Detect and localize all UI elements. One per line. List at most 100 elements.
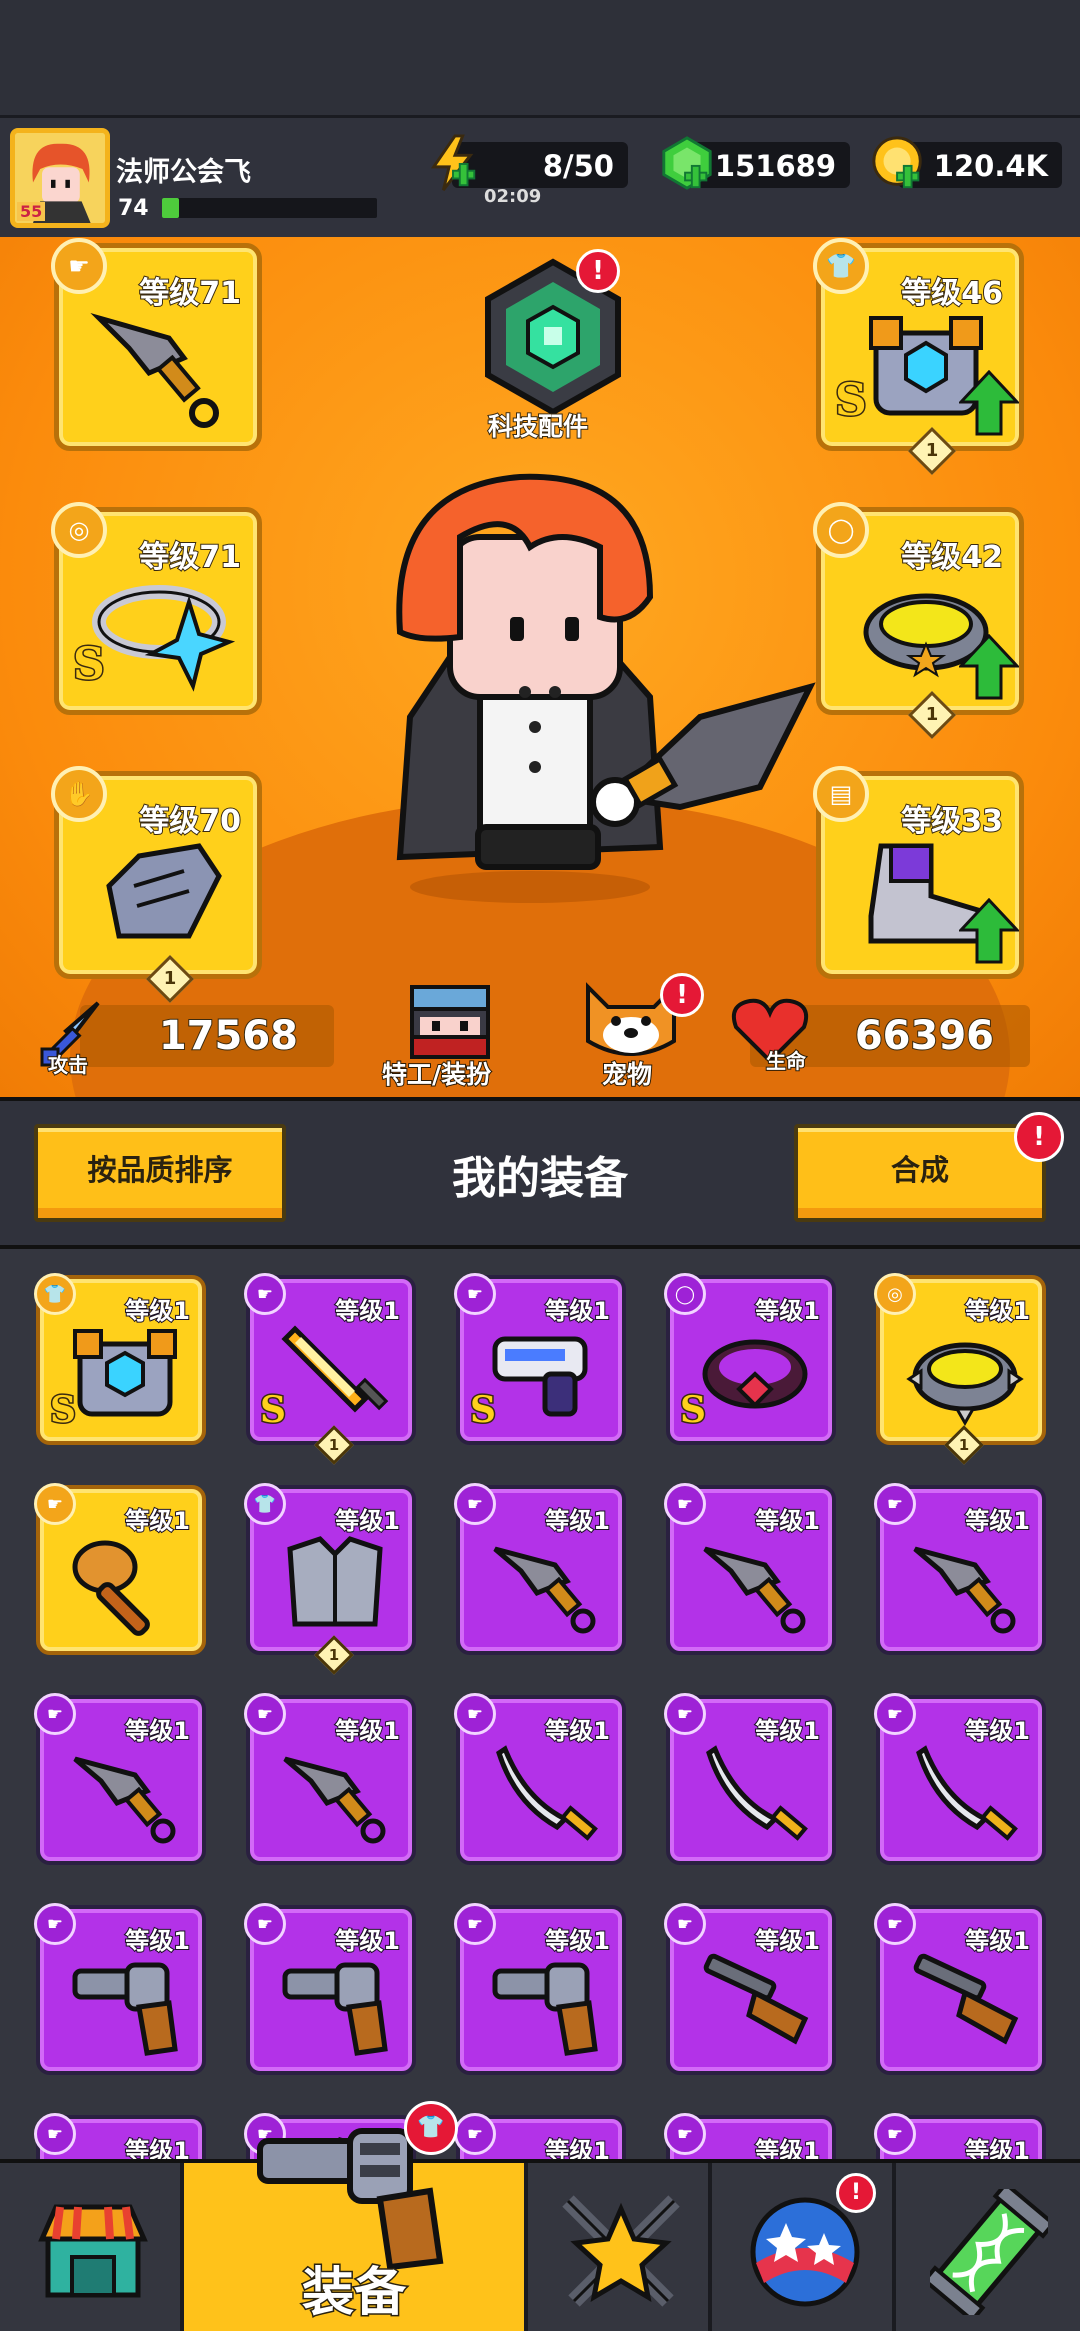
player-avatar[interactable]: 55 bbox=[10, 128, 110, 228]
gauntlet-icon bbox=[106, 843, 222, 939]
inventory-item[interactable]: ☛等级1 bbox=[874, 2113, 1046, 2159]
kunai-icon bbox=[493, 1546, 596, 1634]
nav-equipment[interactable]: 👕 装备 bbox=[184, 2101, 528, 2331]
inventory-item[interactable]: ☛等级1 bbox=[874, 1483, 1046, 1655]
weapon-category-icon: ☛ bbox=[454, 1903, 496, 1945]
weapon-category-icon: ☛ bbox=[244, 1903, 286, 1945]
xp-bar bbox=[162, 198, 377, 218]
kunai-icon bbox=[73, 1756, 176, 1844]
inventory-item[interactable]: ☛等级1 bbox=[34, 1483, 206, 1655]
equipment-new-badge: 👕 bbox=[404, 2101, 458, 2155]
inventory-item[interactable]: ☛等级1 bbox=[664, 1483, 836, 1655]
inventory-item[interactable]: ☛等级1 bbox=[664, 1693, 836, 1865]
inventory-item[interactable]: ☛等级1 bbox=[244, 1693, 416, 1865]
energy-counter[interactable]: 8/50 bbox=[430, 134, 628, 191]
inventory-item[interactable]: ☛ 等级1 S bbox=[454, 1273, 626, 1445]
inventory-item[interactable]: 👕 等级1 1 bbox=[244, 1483, 416, 1675]
upgrade-arrow-icon bbox=[959, 634, 1019, 700]
energy-value: 8/50 bbox=[542, 149, 614, 183]
ruby-belt-icon bbox=[702, 1339, 808, 1409]
kunai-icon bbox=[283, 1756, 386, 1844]
gold-counter[interactable]: 120.4K bbox=[872, 136, 1062, 189]
weapon-category-icon: ☛ bbox=[34, 1693, 76, 1735]
hp-label: 生命 bbox=[765, 1048, 807, 1074]
pet-label[interactable]: 宠物 bbox=[601, 1055, 653, 1091]
inventory-item[interactable]: ☛等级1 bbox=[34, 1903, 206, 2075]
inventory-item[interactable]: ☛等级1 bbox=[454, 1903, 626, 2075]
bat-icon bbox=[72, 1540, 150, 1636]
inventory-item[interactable]: ☛等级1 bbox=[454, 1483, 626, 1655]
inventory-item[interactable]: ☛等级1 bbox=[664, 2113, 836, 2159]
inventory-item[interactable]: ☛等级1 bbox=[34, 1693, 206, 1865]
nav-shop[interactable] bbox=[0, 2163, 184, 2331]
belt-category-icon: ◯ bbox=[664, 1273, 706, 1315]
merge-button[interactable]: 合成 bbox=[794, 1124, 1046, 1222]
inventory-grid: 👕 等级1 S ☛ 等级1 S 1 ☛ 等级1 S ◯ 等级1 S ◎ 等级1 1 ☛ 等级1 👕 等级1 1 ☛ 等级1 ☛… bbox=[0, 1249, 1080, 2159]
equip-slot-necklace[interactable]: ◎ 等级71 S bbox=[51, 502, 262, 715]
shop-icon bbox=[38, 2204, 148, 2298]
green-gem-icon bbox=[662, 136, 712, 190]
necklace-grade: S bbox=[72, 638, 107, 692]
armor-category-icon: 👕 bbox=[244, 1483, 286, 1525]
player-level: 74 bbox=[118, 196, 149, 221]
nav-lab[interactable] bbox=[896, 2163, 1080, 2331]
item-grade: S bbox=[469, 1388, 498, 1433]
player-name: 法师公会飞 bbox=[116, 157, 251, 188]
weapon-category-icon: ☛ bbox=[874, 1693, 916, 1735]
item-grade: S bbox=[49, 1388, 78, 1433]
inventory-item[interactable]: ☛等级1 bbox=[454, 1693, 626, 1865]
attack-stat: 17568 bbox=[80, 1005, 334, 1067]
kunai-icon bbox=[703, 1546, 806, 1634]
inventory-item[interactable]: ☛等级1 bbox=[244, 1903, 416, 2075]
inventory-item[interactable]: ◯ 等级1 S bbox=[664, 1273, 836, 1445]
belt-category-icon: ◯ bbox=[813, 502, 869, 558]
boots-category-icon: ▤ bbox=[813, 766, 869, 822]
agent-icon[interactable] bbox=[398, 977, 502, 1061]
inventory-item[interactable]: ☛ 等级1 bbox=[34, 2113, 206, 2159]
robot-armor-icon bbox=[73, 1329, 177, 1417]
attack-label: 攻击 bbox=[47, 1052, 89, 1078]
gold-coin-icon bbox=[872, 136, 922, 189]
inventory-item[interactable]: 👕 等级1 S bbox=[34, 1273, 206, 1445]
agent-label[interactable]: 特工/装扮 bbox=[381, 1055, 492, 1091]
crossed-swords-star-icon bbox=[562, 2195, 680, 2307]
gems-counter[interactable]: 151689 bbox=[662, 136, 850, 190]
pet-alert-badge: ! bbox=[660, 973, 704, 1017]
katana-icon bbox=[496, 1745, 598, 1841]
equip-slot-belt[interactable]: ◯ 等级42 1 bbox=[813, 502, 1024, 740]
tech-alert-badge: ! bbox=[576, 249, 620, 293]
spiked-ring-icon bbox=[906, 1342, 1024, 1427]
inventory-item[interactable]: ◎ 等级1 1 bbox=[874, 1273, 1046, 1465]
star-necklace-icon bbox=[92, 585, 236, 692]
shotgun-icon bbox=[913, 1953, 1019, 2045]
weapon-category-icon: ☛ bbox=[34, 2113, 76, 2155]
revolver-icon bbox=[282, 1962, 388, 2056]
upgrade-arrow-icon bbox=[959, 370, 1019, 436]
item-level: 等级1 bbox=[544, 2136, 611, 2159]
weapon-category-icon: ☛ bbox=[244, 1693, 286, 1735]
flame-sword-icon bbox=[281, 1325, 389, 1413]
item-level: 等级1 bbox=[124, 2136, 191, 2159]
merge-alert-badge: ! bbox=[1014, 1112, 1064, 1162]
equip-slot-weapon[interactable]: ☛ 等级71 bbox=[51, 238, 262, 451]
nav-battle[interactable] bbox=[528, 2163, 712, 2331]
inventory-item[interactable]: ☛ 等级1 S 1 bbox=[244, 1273, 416, 1465]
armor-category-icon: 👕 bbox=[813, 238, 869, 294]
equip-slot-armor[interactable]: 👕 等级46 S 1 bbox=[813, 238, 1024, 476]
necklace-category-icon: ◎ bbox=[874, 1273, 916, 1315]
item-gem-count: 1 bbox=[944, 1425, 984, 1465]
weapon-category-icon: ☛ bbox=[454, 1483, 496, 1525]
inventory-item[interactable]: ☛等级1 bbox=[874, 1693, 1046, 1865]
revolver-icon bbox=[72, 1962, 178, 2056]
nav-events[interactable]: ! bbox=[712, 2163, 896, 2331]
equip-slot-boots[interactable]: ▤ 等级33 bbox=[813, 766, 1024, 979]
gems-value: 151689 bbox=[714, 149, 836, 183]
inventory-item[interactable]: ☛等级1 bbox=[454, 2113, 626, 2159]
item-gem-count: 1 bbox=[314, 1635, 354, 1675]
hero-character[interactable] bbox=[360, 467, 840, 907]
kunai-icon bbox=[90, 312, 219, 428]
inventory-item[interactable]: ☛等级1 bbox=[664, 1903, 836, 2075]
item-grade: S bbox=[259, 1388, 288, 1433]
inventory-item[interactable]: ☛等级1 bbox=[874, 1903, 1046, 2075]
equip-slot-gloves[interactable]: ✋ 等级70 1 bbox=[51, 766, 262, 1004]
